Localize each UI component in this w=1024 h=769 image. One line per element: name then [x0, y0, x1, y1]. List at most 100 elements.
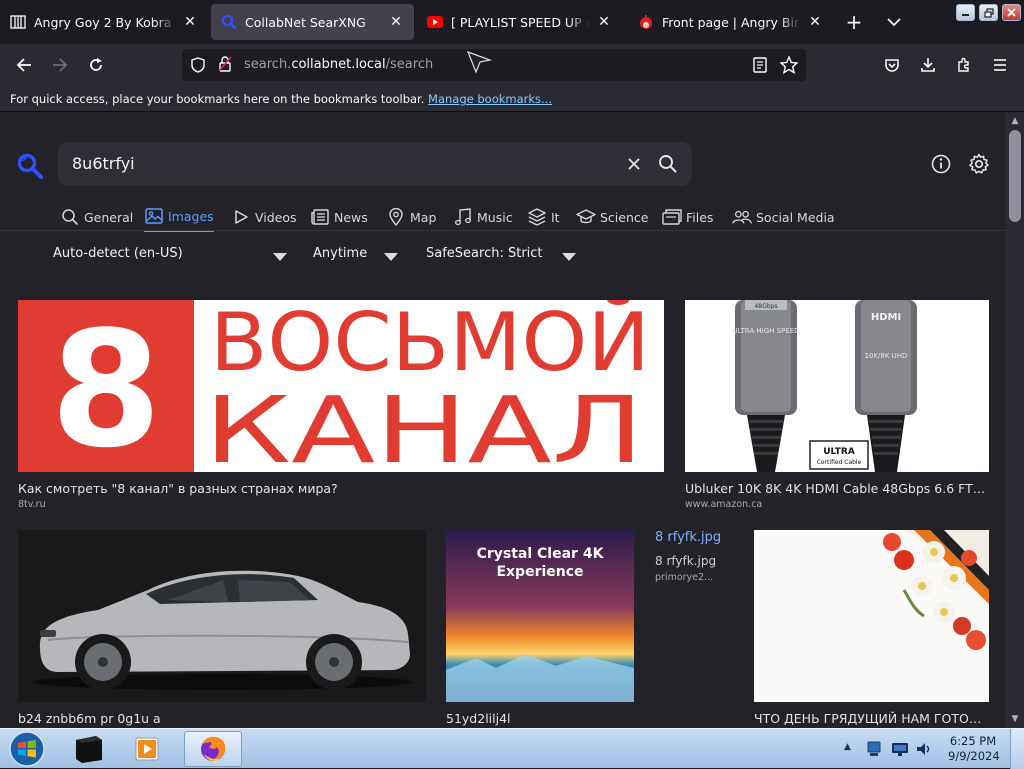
lock-icon[interactable] [218, 56, 232, 76]
tab-videos[interactable]: Videos [231, 202, 297, 232]
reader-view-icon[interactable] [752, 57, 768, 77]
chevron-down-icon[interactable] [273, 253, 287, 261]
about-button[interactable] [929, 152, 953, 176]
gear-icon [969, 153, 989, 174]
tab-news[interactable]: News [310, 202, 368, 232]
url-text[interactable]: search.collabnet.local/search [244, 57, 433, 72]
close-tab-icon[interactable]: ✕ [805, 12, 825, 32]
taskbar-clock[interactable]: 6:25 PM 9/9/2024 [948, 734, 1000, 764]
tab-music[interactable]: Music [453, 202, 513, 232]
tab-title: Angry Goy 2 By Kobra 1488 : [34, 14, 176, 30]
category-label: It [551, 209, 560, 225]
list-all-tabs-button[interactable] [880, 8, 908, 36]
show-hidden-icons-icon[interactable]: ▲ [844, 742, 851, 752]
tab-social-media[interactable]: Social Media [732, 202, 835, 232]
thumb-label-hdmi: HDMI [871, 312, 901, 323]
taskbar-media-player-app[interactable] [125, 731, 171, 767]
result-thumbnail[interactable] [18, 530, 426, 702]
close-tab-icon[interactable]: ✕ [180, 12, 200, 32]
extensions-button[interactable] [949, 50, 979, 80]
image-result[interactable]: 8 ВОСЬМОЙ КАНАЛ Как смотреть "8 канал" в… [18, 300, 664, 516]
navigation-toolbar: search.collabnet.local/search [0, 44, 1024, 86]
show-desktop-button[interactable] [1010, 729, 1024, 769]
image-result[interactable]: Crystal Clear 4K Experience 51yd2lilj4l [446, 530, 634, 728]
taskbar-terminal-app[interactable] [66, 731, 112, 767]
result-thumbnail[interactable] [754, 530, 989, 702]
category-label: Science [600, 209, 649, 225]
tab-files[interactable]: Files [662, 202, 713, 232]
bookmarks-message-text: For quick access, place your bookmarks h… [10, 92, 425, 106]
image-result[interactable]: b24 znbb6m pr 0g1u a [18, 530, 426, 728]
network-icon[interactable] [866, 740, 882, 762]
app-menu-button[interactable] [985, 50, 1015, 80]
chevron-down-icon[interactable] [562, 253, 576, 261]
scroll-up-icon[interactable]: ▲ [1010, 116, 1020, 126]
searxng-logo-icon[interactable] [16, 152, 44, 180]
tab-images[interactable]: Images [144, 202, 214, 232]
tab-title: [ PLAYLIST SPEED UP #2 ] NI [451, 14, 590, 30]
search-submit-button[interactable] [656, 152, 680, 176]
display-icon[interactable] [891, 741, 909, 761]
tab-title: Front page | Angry Birds [662, 14, 801, 30]
image-result[interactable]: 8 rfyfk.jpg 8 rfyfk.jpg primorye2... [655, 530, 741, 590]
result-title[interactable]: b24 znbb6m pr 0g1u a [18, 711, 426, 726]
thumb-label-certified: Certified Cable [817, 459, 862, 466]
result-title[interactable]: 8 rfyfk.jpg [655, 530, 741, 545]
close-tab-icon[interactable]: ✕ [594, 12, 614, 32]
restore-window-button[interactable] [979, 4, 998, 21]
reload-button[interactable] [81, 50, 111, 80]
shield-icon[interactable] [190, 57, 206, 77]
tab-angry-goy[interactable]: Angry Goy 2 By Kobra 1488 : ✕ [0, 4, 208, 40]
start-button[interactable] [4, 731, 50, 767]
close-tab-icon[interactable]: ✕ [386, 12, 406, 32]
language-select[interactable]: Auto-detect (en-US) [53, 246, 183, 261]
preferences-button[interactable] [967, 152, 991, 176]
page-scrollbar[interactable]: ▲ ▼ [1006, 112, 1024, 728]
volume-icon[interactable] [915, 740, 933, 762]
scroll-down-icon[interactable]: ▼ [1010, 714, 1020, 724]
result-thumbnail[interactable]: Crystal Clear 4K Experience [446, 530, 634, 702]
image-result[interactable]: ULTRA HIGH SPEED 48Gbps HDMI 10K/8K UHD … [685, 300, 989, 516]
pocket-button[interactable] [877, 50, 907, 80]
channel-8-logo-image: 8 ВОСЬМОЙ КАНАЛ [18, 300, 650, 472]
tab-angry-birds[interactable]: Front page | Angry Birds ✕ [628, 4, 833, 40]
new-tab-button[interactable]: + [840, 8, 868, 36]
back-button[interactable] [9, 50, 39, 80]
result-title[interactable]: ЧТО ДЕНЬ ГРЯДУЩИЙ НАМ ГОТОВ... [754, 711, 989, 726]
search-icon [659, 155, 677, 173]
play-icon [231, 207, 251, 227]
clear-search-button[interactable] [622, 152, 646, 176]
tab-general[interactable]: General [60, 202, 133, 232]
tab-science[interactable]: Science [576, 202, 648, 232]
downloads-button[interactable] [913, 50, 943, 80]
taskbar-firefox-app[interactable] [184, 731, 242, 767]
url-prefix: search. [244, 57, 292, 72]
minimize-window-button[interactable] [956, 4, 975, 21]
close-window-button[interactable] [1002, 4, 1021, 21]
tab-it[interactable]: It [527, 202, 560, 232]
search-input[interactable] [72, 154, 592, 173]
result-thumbnail[interactable]: ULTRA HIGH SPEED 48Gbps HDMI 10K/8K UHD … [685, 300, 989, 472]
manage-bookmarks-link[interactable]: Manage bookmarks... [428, 92, 552, 106]
time-range-select[interactable]: Anytime [313, 246, 367, 261]
scrollbar-thumb[interactable] [1009, 130, 1021, 222]
url-bar[interactable]: search.collabnet.local/search [182, 49, 806, 81]
tab-playlist[interactable]: [ PLAYLIST SPEED UP #2 ] NI ✕ [417, 4, 622, 40]
map-pin-icon [386, 207, 406, 227]
thumb-text-line2: КАНАЛ [204, 377, 644, 472]
category-divider [0, 230, 1006, 231]
image-result[interactable]: ЧТО ДЕНЬ ГРЯДУЩИЙ НАМ ГОТОВ... [754, 530, 989, 728]
tab-map[interactable]: Map [386, 202, 436, 232]
result-title[interactable]: 51yd2lilj4l [446, 711, 634, 726]
tab-collabnet-searxng[interactable]: CollabNet SearXNG ✕ [211, 4, 414, 40]
forward-button[interactable] [45, 50, 75, 80]
image-icon [144, 206, 164, 226]
safesearch-select[interactable]: SafeSearch: Strict [426, 246, 543, 261]
clock-date: 9/9/2024 [948, 749, 1000, 763]
result-thumbnail[interactable]: 8 ВОСЬМОЙ КАНАЛ [18, 300, 664, 472]
bookmark-star-icon[interactable] [779, 55, 799, 78]
chevron-down-icon[interactable] [384, 253, 398, 261]
result-title[interactable]: Как смотреть "8 канал" в разных странах … [18, 481, 664, 496]
search-filters: Auto-detect (en-US) Anytime SafeSearch: … [0, 242, 1006, 272]
result-title[interactable]: Ubluker 10K 8K 4K HDMI Cable 48Gbps 6.6 … [685, 481, 989, 496]
